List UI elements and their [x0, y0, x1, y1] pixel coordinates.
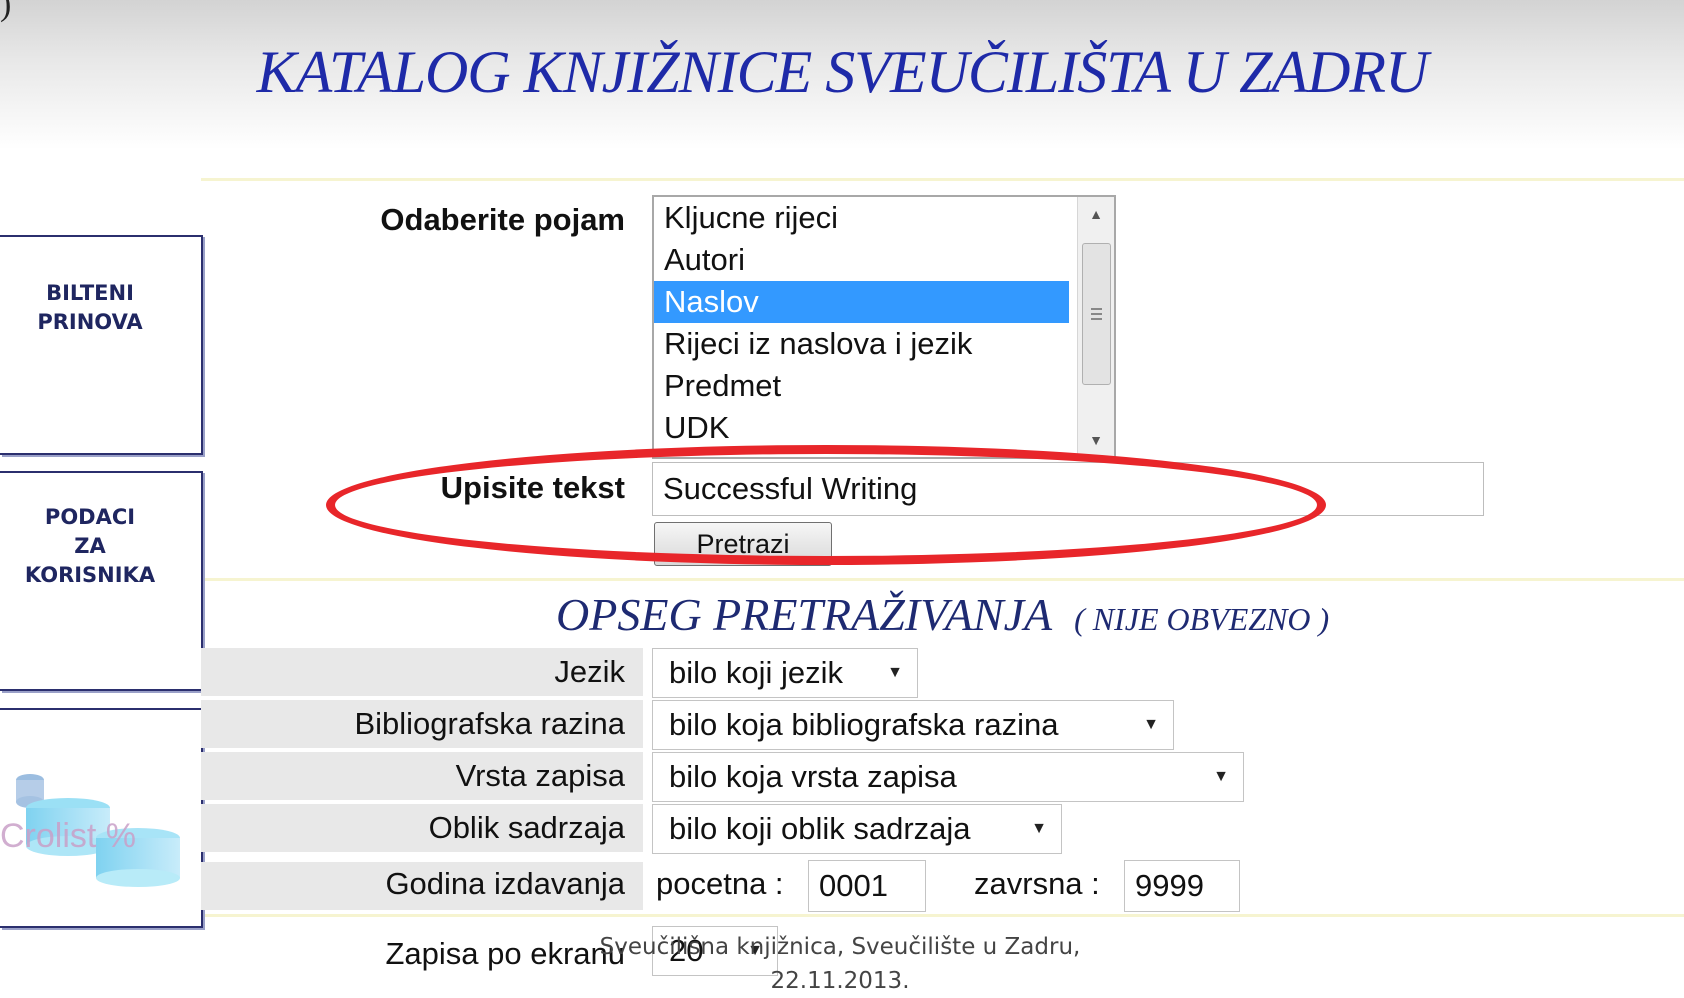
- year-label: Godina izdavanja: [385, 866, 625, 901]
- catalog-page: ) KATALOG KNJIŽNICE SVEUČILIŠTA U ZADRU …: [0, 0, 1684, 997]
- scroll-up-icon[interactable]: ▲: [1078, 197, 1114, 231]
- year-from-label: pocetna :: [656, 866, 784, 901]
- corner-mark: ): [0, 0, 12, 23]
- year-to-input[interactable]: 9999: [1124, 860, 1240, 912]
- term-option[interactable]: Autori: [654, 239, 1069, 281]
- term-listbox[interactable]: Kljucne rijeci Autori Naslov Rijeci iz n…: [652, 195, 1116, 459]
- year-from-input[interactable]: 0001: [808, 860, 926, 912]
- rectype-value: bilo koja vrsta zapisa: [669, 759, 957, 794]
- row-divider: [201, 914, 1684, 917]
- scope-note: ( NIJE OBVEZNO ): [1074, 601, 1330, 637]
- podaci-line-2: ZA: [74, 534, 106, 558]
- scope-heading: OPSEG PRETRAŽIVANJA ( NIJE OBVEZNO ): [556, 588, 1329, 641]
- grip-icon: [1091, 308, 1102, 310]
- rectype-select[interactable]: bilo koja vrsta zapisa ▼: [652, 752, 1244, 802]
- row-divider: [201, 178, 1684, 181]
- language-select[interactable]: bilo koji jezik ▼: [652, 648, 918, 698]
- bilteni-line-2: PRINOVA: [37, 310, 143, 334]
- page-title: KATALOG KNJIŽNICE SVEUČILIŠTA U ZADRU: [256, 39, 1429, 105]
- term-option-selected[interactable]: Naslov: [654, 281, 1069, 323]
- scroll-down-icon[interactable]: ▼: [1078, 423, 1114, 457]
- row-divider: [201, 578, 1684, 581]
- footer-line-2: 22.11.2013.: [770, 968, 910, 994]
- bilteni-line-1: BILTENI: [46, 281, 134, 305]
- content-select[interactable]: bilo koji oblik sadrzaja ▼: [652, 804, 1062, 854]
- rectype-label: Vrsta zapisa: [455, 758, 625, 793]
- listbox-scrollbar[interactable]: ▲ ▼: [1077, 197, 1114, 457]
- content-value: bilo koji oblik sadrzaja: [669, 811, 971, 846]
- content-label: Oblik sadrzaja: [428, 810, 625, 845]
- scroll-thumb[interactable]: [1082, 243, 1111, 385]
- highlight-ellipse: [326, 445, 1326, 565]
- term-option[interactable]: Rijeci iz naslova i jezik: [654, 323, 1069, 365]
- header-band: ) KATALOG KNJIŽNICE SVEUČILIŠTA U ZADRU: [0, 0, 1684, 150]
- term-option[interactable]: Predmet: [654, 365, 1069, 407]
- term-option[interactable]: Kljucne rijeci: [654, 197, 1069, 239]
- footer-line-1: Sveučilišna knjižnica, Sveučilište u Zad…: [599, 934, 1081, 960]
- language-label: Jezik: [554, 654, 625, 689]
- language-value: bilo koji jezik: [669, 655, 844, 690]
- footer-caption: Sveučilišna knjižnica, Sveučilište u Zad…: [560, 930, 1120, 998]
- year-to-label: zavrsna :: [974, 866, 1100, 901]
- chevron-down-icon: ▼: [1213, 768, 1229, 785]
- chevron-down-icon: ▼: [887, 664, 903, 681]
- podaci-za-korisnika-link[interactable]: PODACI ZA KORISNIKA: [0, 471, 203, 691]
- scope-title: OPSEG PRETRAŽIVANJA: [556, 589, 1053, 640]
- biblevel-label: Bibliografska razina: [354, 706, 625, 741]
- chevron-down-icon: ▼: [1143, 716, 1159, 733]
- chevron-down-icon: ▼: [1031, 820, 1047, 837]
- bilteni-prinova-link[interactable]: BILTENI PRINOVA: [0, 235, 203, 455]
- crolist-logo-text: Crolist %: [0, 817, 137, 855]
- biblevel-value: bilo koja bibliografska razina: [669, 707, 1059, 742]
- podaci-line-3: KORISNIKA: [24, 563, 156, 587]
- podaci-line-1: PODACI: [44, 505, 136, 529]
- biblevel-select[interactable]: bilo koja bibliografska razina ▼: [652, 700, 1174, 750]
- term-option[interactable]: UDK: [654, 407, 1069, 449]
- crolist-logo-link[interactable]: Crolist %: [0, 708, 203, 928]
- term-label: Odaberite pojam: [380, 202, 625, 237]
